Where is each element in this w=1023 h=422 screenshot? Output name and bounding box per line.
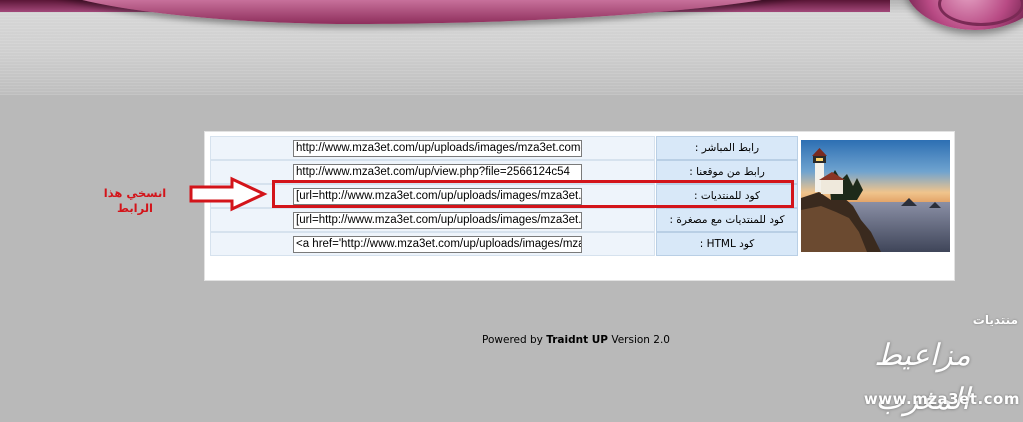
uploaded-image-thumbnail[interactable] — [801, 140, 950, 252]
forum-thumb-code-cell: [url=http://www.mza3et.com/up/uploads/im… — [210, 208, 655, 232]
powered-version: Version 2.0 — [611, 334, 670, 346]
html-code-input[interactable]: <a href='http://www.mza3et.com/up/upload… — [293, 236, 582, 253]
html-code-label: كود HTML : — [656, 232, 798, 256]
forum-thumb-code-input[interactable]: [url=http://www.mza3et.com/up/uploads/im… — [293, 212, 582, 229]
watermark-logo: مزاعيط المغرب — [874, 338, 971, 417]
direct-link-cell: http://www.mza3et.com/up/uploads/images/… — [210, 136, 655, 160]
watermark-url: www.mza3et.com — [863, 390, 1020, 408]
direct-link-label: رابط المباشر : — [656, 136, 798, 160]
copy-link-annotation: انسخي هذا الرابط — [103, 186, 167, 215]
highlight-box — [272, 180, 794, 208]
html-code-row: <a href='http://www.mza3et.com/up/upload… — [210, 232, 798, 256]
direct-link-row: http://www.mza3et.com/up/uploads/images/… — [210, 136, 798, 160]
html-code-cell: <a href='http://www.mza3et.com/up/upload… — [210, 232, 655, 256]
powered-brand-link[interactable]: Traidnt UP — [546, 334, 608, 346]
header-banner — [0, 0, 1023, 95]
forum-thumb-code-label: كود للمنتديات مع مصغرة : — [656, 208, 798, 232]
direct-link-input[interactable]: http://www.mza3et.com/up/uploads/images/… — [293, 140, 582, 157]
arrow-right-icon — [189, 176, 268, 212]
lighthouse-photo-icon — [801, 140, 950, 252]
site-link-input[interactable]: http://www.mza3et.com/up/view.php?file=2… — [293, 164, 582, 181]
powered-prefix: Powered by — [482, 334, 543, 346]
watermark-small: منتديات — [972, 313, 1018, 327]
forum-thumb-code-row: [url=http://www.mza3et.com/up/uploads/im… — [210, 208, 798, 232]
